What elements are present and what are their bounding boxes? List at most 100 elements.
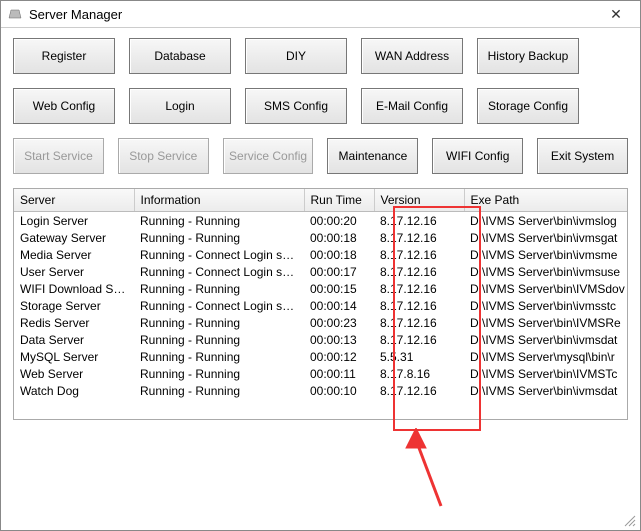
- table-row[interactable]: User ServerRunning - Connect Login serv.…: [14, 263, 628, 280]
- cell-info: Running - Running: [134, 382, 304, 399]
- cell-version: 8.17.12.16: [374, 382, 464, 399]
- cell-path: D:\IVMS Server\bin\ivmsgat: [464, 229, 628, 246]
- cell-version: 8.17.12.16: [374, 229, 464, 246]
- server-table-container[interactable]: Server Information Run Time Version Exe …: [13, 188, 628, 420]
- table-row[interactable]: Storage ServerRunning - Connect Login se…: [14, 297, 628, 314]
- database-button[interactable]: Database: [129, 38, 231, 74]
- web-config-button[interactable]: Web Config: [13, 88, 115, 124]
- register-button[interactable]: Register: [13, 38, 115, 74]
- client-area: Register Database DIY WAN Address History Ba…: [1, 28, 640, 530]
- cell-path: D:\IVMS Server\bin\ivmsuse: [464, 263, 628, 280]
- cell-path: D:\IVMS Server\bin\ivmsstc: [464, 297, 628, 314]
- cell-path: D:\IVMS Server\bin\ivmslog: [464, 212, 628, 230]
- cell-runtime: 00:00:13: [304, 331, 374, 348]
- titlebar: Server Manager ✕: [1, 1, 640, 28]
- close-icon: ✕: [610, 6, 622, 23]
- diy-button[interactable]: DIY: [245, 38, 347, 74]
- maintenance-button[interactable]: Maintenance: [327, 138, 418, 174]
- resize-grip[interactable]: [622, 513, 636, 527]
- cell-server: Redis Server: [14, 314, 134, 331]
- cell-runtime: 00:00:12: [304, 348, 374, 365]
- cell-runtime: 00:00:17: [304, 263, 374, 280]
- cell-version: 8.17.8.16: [374, 365, 464, 382]
- cell-runtime: 00:00:11: [304, 365, 374, 382]
- button-row-2: Web Config Login SMS Config E-Mail Config St…: [13, 88, 628, 124]
- cell-version: 8.17.12.16: [374, 246, 464, 263]
- cell-info: Running - Connect Login serv...: [134, 297, 304, 314]
- cell-path: D:\IVMS Server\bin\ivmsdat: [464, 331, 628, 348]
- col-header-server[interactable]: Server: [14, 189, 134, 212]
- cell-version: 8.17.12.16: [374, 212, 464, 230]
- exit-system-button[interactable]: Exit System: [537, 138, 628, 174]
- cell-info: Running - Running: [134, 229, 304, 246]
- cell-runtime: 00:00:15: [304, 280, 374, 297]
- cell-path: D:\IVMS Server\bin\ivmsdat: [464, 382, 628, 399]
- cell-runtime: 00:00:18: [304, 229, 374, 246]
- cell-version: 8.17.12.16: [374, 331, 464, 348]
- app-icon: [7, 6, 23, 22]
- cell-server: Data Server: [14, 331, 134, 348]
- cell-info: Running - Connect Login serv...: [134, 246, 304, 263]
- cell-server: Media Server: [14, 246, 134, 263]
- wan-address-button[interactable]: WAN Address: [361, 38, 463, 74]
- table-row[interactable]: Data ServerRunning - Running00:00:138.17…: [14, 331, 628, 348]
- cell-path: D:\IVMS Server\bin\IVMSRe: [464, 314, 628, 331]
- cell-version: 5.5.31: [374, 348, 464, 365]
- cell-server: Login Server: [14, 212, 134, 230]
- cell-version: 8.17.12.16: [374, 297, 464, 314]
- table-row[interactable]: MySQL ServerRunning - Running00:00:125.5…: [14, 348, 628, 365]
- window-title: Server Manager: [29, 7, 598, 22]
- col-header-information[interactable]: Information: [134, 189, 304, 212]
- cell-runtime: 00:00:14: [304, 297, 374, 314]
- col-header-runtime[interactable]: Run Time: [304, 189, 374, 212]
- service-config-button: Service Config: [223, 138, 314, 174]
- cell-info: Running - Running: [134, 331, 304, 348]
- table-row[interactable]: WIFI Download ServerRunning - Running00:…: [14, 280, 628, 297]
- cell-server: Gateway Server: [14, 229, 134, 246]
- cell-server: Storage Server: [14, 297, 134, 314]
- window: Server Manager ✕ Register Database DIY WAN …: [0, 0, 641, 531]
- wifi-config-button[interactable]: WIFI Config: [432, 138, 523, 174]
- cell-path: D:\IVMS Server\bin\IVMSdov: [464, 280, 628, 297]
- server-table: Server Information Run Time Version Exe …: [14, 189, 628, 399]
- stop-service-button: Stop Service: [118, 138, 209, 174]
- table-row[interactable]: Watch DogRunning - Running00:00:108.17.1…: [14, 382, 628, 399]
- login-button[interactable]: Login: [129, 88, 231, 124]
- cell-info: Running - Running: [134, 314, 304, 331]
- cell-path: D:\IVMS Server\bin\ivmsme: [464, 246, 628, 263]
- cell-runtime: 00:00:20: [304, 212, 374, 230]
- cell-path: D:\IVMS Server\bin\IVMSTc: [464, 365, 628, 382]
- annotation-arrow: [391, 428, 451, 508]
- table-row[interactable]: Media ServerRunning - Connect Login serv…: [14, 246, 628, 263]
- cell-server: User Server: [14, 263, 134, 280]
- button-row-1: Register Database DIY WAN Address History Ba…: [13, 38, 628, 74]
- cell-info: Running - Running: [134, 365, 304, 382]
- col-header-exepath[interactable]: Exe Path: [464, 189, 628, 212]
- close-button[interactable]: ✕: [598, 3, 634, 25]
- table-header-row: Server Information Run Time Version Exe …: [14, 189, 628, 212]
- cell-server: WIFI Download Server: [14, 280, 134, 297]
- button-row-3: Start ServiceStop ServiceService ConfigM…: [13, 138, 628, 174]
- cell-info: Running - Running: [134, 280, 304, 297]
- table-row[interactable]: Redis ServerRunning - Running00:00:238.1…: [14, 314, 628, 331]
- cell-path: D:\IVMS Server\mysql\bin\r: [464, 348, 628, 365]
- cell-version: 8.17.12.16: [374, 280, 464, 297]
- cell-runtime: 00:00:23: [304, 314, 374, 331]
- email-config-button[interactable]: E-Mail Config: [361, 88, 463, 124]
- table-row[interactable]: Login ServerRunning - Running00:00:208.1…: [14, 212, 628, 230]
- cell-version: 8.17.12.16: [374, 263, 464, 280]
- sms-config-button[interactable]: SMS Config: [245, 88, 347, 124]
- storage-config-button[interactable]: Storage Config: [477, 88, 579, 124]
- cell-server: Web Server: [14, 365, 134, 382]
- cell-info: Running - Running: [134, 348, 304, 365]
- table-body: Login ServerRunning - Running00:00:208.1…: [14, 212, 628, 400]
- cell-info: Running - Running: [134, 212, 304, 230]
- cell-server: Watch Dog: [14, 382, 134, 399]
- cell-info: Running - Connect Login serv...: [134, 263, 304, 280]
- history-backup-button[interactable]: History Backup: [477, 38, 579, 74]
- table-row[interactable]: Gateway ServerRunning - Running00:00:188…: [14, 229, 628, 246]
- table-row[interactable]: Web ServerRunning - Running00:00:118.17.…: [14, 365, 628, 382]
- cell-server: MySQL Server: [14, 348, 134, 365]
- col-header-version[interactable]: Version: [374, 189, 464, 212]
- cell-runtime: 00:00:10: [304, 382, 374, 399]
